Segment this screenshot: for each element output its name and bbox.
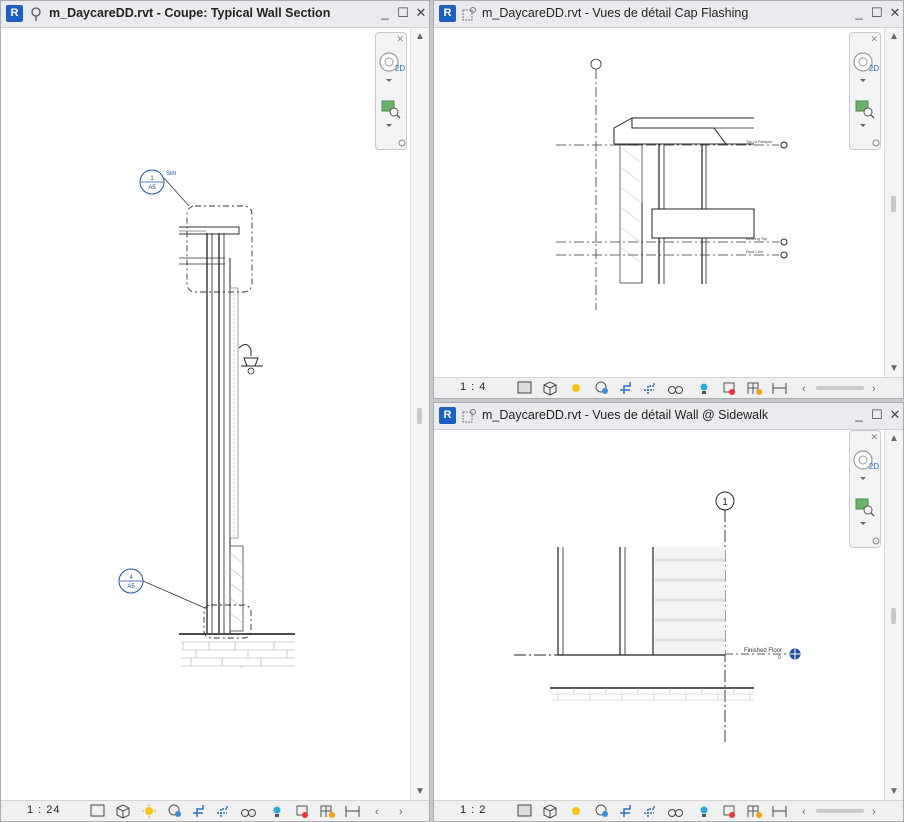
window-title: m_DaycareDD.rvt - Vues de détail Cap Fla…: [482, 6, 749, 20]
scroll-thumb[interactable]: [891, 196, 896, 212]
svg-text:2D: 2D: [869, 462, 879, 471]
maximize-button[interactable]: ☐: [869, 406, 885, 424]
view-control-icons[interactable]: ‹ ›: [516, 380, 904, 396]
revit-logo: R: [6, 5, 23, 22]
minimize-button[interactable]: _: [851, 4, 867, 22]
zoom-icon[interactable]: [376, 97, 406, 137]
title-bar[interactable]: R m_DaycareDD.rvt - Vues de détail Wall …: [434, 403, 903, 430]
level-label-3: Roof Line: [746, 249, 764, 254]
vertical-scrollbar[interactable]: ▲ ▼: [884, 430, 903, 801]
svg-text:‹: ‹: [375, 806, 379, 818]
level-value: 0: [778, 655, 781, 661]
view-window-cap-flashing[interactable]: R m_DaycareDD.rvt - Vues de détail Cap F…: [433, 0, 904, 399]
view-scale[interactable]: 1 : 2: [460, 804, 486, 816]
svg-text:‹: ‹: [802, 383, 806, 395]
steering-wheel-icon[interactable]: 2D: [850, 447, 880, 487]
maximize-button[interactable]: ☐: [395, 4, 411, 22]
callout-top-sheet: A5: [148, 185, 156, 191]
view-window-wall-section[interactable]: R m_DaycareDD.rvt - Coupe: Typical Wall …: [0, 0, 430, 822]
revit-logo: R: [439, 5, 456, 22]
scroll-thumb[interactable]: [417, 408, 422, 424]
level-head-1: [780, 141, 788, 149]
window-title: m_DaycareDD.rvt - Coupe: Typical Wall Se…: [49, 6, 331, 20]
scroll-up-icon[interactable]: ▲: [887, 30, 901, 44]
view-scale[interactable]: 1 : 4: [460, 381, 486, 393]
view-window-wall-sidewalk[interactable]: R m_DaycareDD.rvt - Vues de détail Wall …: [433, 402, 904, 822]
level-label-2: Bearing Top: [746, 236, 768, 241]
scroll-down-icon[interactable]: ▼: [887, 362, 901, 376]
close-button[interactable]: ✕: [413, 4, 429, 22]
detail-view-icon: [462, 409, 476, 423]
callout-top-number: 1: [150, 176, 154, 182]
svg-text:2D: 2D: [869, 64, 879, 73]
drawing-canvas[interactable]: Top of Parapet Bearing Top Roof Line ✕ 2…: [434, 28, 885, 378]
view-control-icons[interactable]: ‹ ›: [516, 803, 904, 819]
scroll-down-icon[interactable]: ▼: [887, 785, 901, 799]
vertical-scrollbar[interactable]: ▲ ▼: [884, 28, 903, 378]
scroll-up-icon[interactable]: ▲: [887, 432, 901, 446]
section-view-icon: [31, 7, 41, 21]
steering-wheel-icon[interactable]: 2D: [376, 49, 406, 89]
grid-bubble: [590, 58, 602, 70]
maximize-button[interactable]: ☐: [869, 4, 885, 22]
svg-text:›: ›: [872, 806, 876, 818]
level-label-1: Top of Parapet: [746, 139, 773, 144]
drawing-canvas[interactable]: 1 Finished Floor 0 ✕ 2D: [434, 430, 885, 801]
navigation-bar[interactable]: ✕ 2D: [849, 430, 881, 548]
wall-section-drawing: 1 A5 Sim 4 A5: [118, 169, 295, 668]
scroll-up-icon[interactable]: ▲: [413, 30, 427, 44]
level-head-3: [780, 251, 788, 259]
scroll-thumb[interactable]: [891, 608, 896, 624]
level-head-2: [780, 238, 788, 246]
nav-close-icon[interactable]: ✕: [870, 432, 878, 443]
grid-bubble-label: 1: [722, 497, 728, 508]
callout-bottom-number: 4: [129, 575, 133, 581]
drawing-canvas[interactable]: 1 A5 Sim 4 A5 ✕ 2D: [1, 28, 411, 801]
wall-sidewalk-drawing: 1 Finished Floor 0: [514, 491, 801, 742]
svg-text:›: ›: [399, 806, 403, 818]
nav-scroll-icon: [872, 139, 880, 147]
svg-text:‹: ‹: [802, 806, 806, 818]
callout-bottom-sheet: A5: [127, 584, 135, 590]
window-title: m_DaycareDD.rvt - Vues de détail Wall @ …: [482, 408, 769, 422]
scroll-down-icon[interactable]: ▼: [413, 785, 427, 799]
close-button[interactable]: ✕: [887, 406, 903, 424]
view-control-bar: 1 : 2 ‹ ›: [434, 800, 903, 821]
navigation-bar[interactable]: ✕ 2D: [375, 32, 407, 150]
nav-scroll-icon: [872, 537, 880, 545]
view-control-bar: 1 : 24 ‹ ›: [1, 800, 429, 821]
zoom-icon[interactable]: [850, 97, 880, 137]
zoom-icon[interactable]: [850, 495, 880, 535]
nav-scroll-icon: [398, 139, 406, 147]
title-bar[interactable]: R m_DaycareDD.rvt - Coupe: Typical Wall …: [1, 1, 429, 28]
svg-text:2D: 2D: [395, 64, 405, 73]
title-bar[interactable]: R m_DaycareDD.rvt - Vues de détail Cap F…: [434, 1, 903, 28]
cap-flashing-drawing: Top of Parapet Bearing Top Roof Line: [556, 58, 788, 310]
minimize-button[interactable]: _: [377, 4, 393, 22]
callout-top-tag: Sim: [166, 171, 176, 177]
view-control-bar: 1 : 4 ‹ ›: [434, 377, 903, 398]
view-scale[interactable]: 1 : 24: [27, 804, 61, 816]
view-control-icons[interactable]: ‹ ›: [89, 803, 409, 819]
revit-logo: R: [439, 407, 456, 424]
level-label: Finished Floor: [744, 648, 782, 654]
steering-wheel-icon[interactable]: 2D: [850, 49, 880, 89]
close-button[interactable]: ✕: [887, 4, 903, 22]
detail-view-icon: [462, 7, 476, 21]
minimize-button[interactable]: _: [851, 406, 867, 424]
nav-close-icon[interactable]: ✕: [870, 34, 878, 45]
nav-close-icon[interactable]: ✕: [396, 34, 404, 45]
vertical-scrollbar[interactable]: ▲ ▼: [410, 28, 429, 801]
svg-text:›: ›: [872, 383, 876, 395]
navigation-bar[interactable]: ✕ 2D: [849, 32, 881, 150]
